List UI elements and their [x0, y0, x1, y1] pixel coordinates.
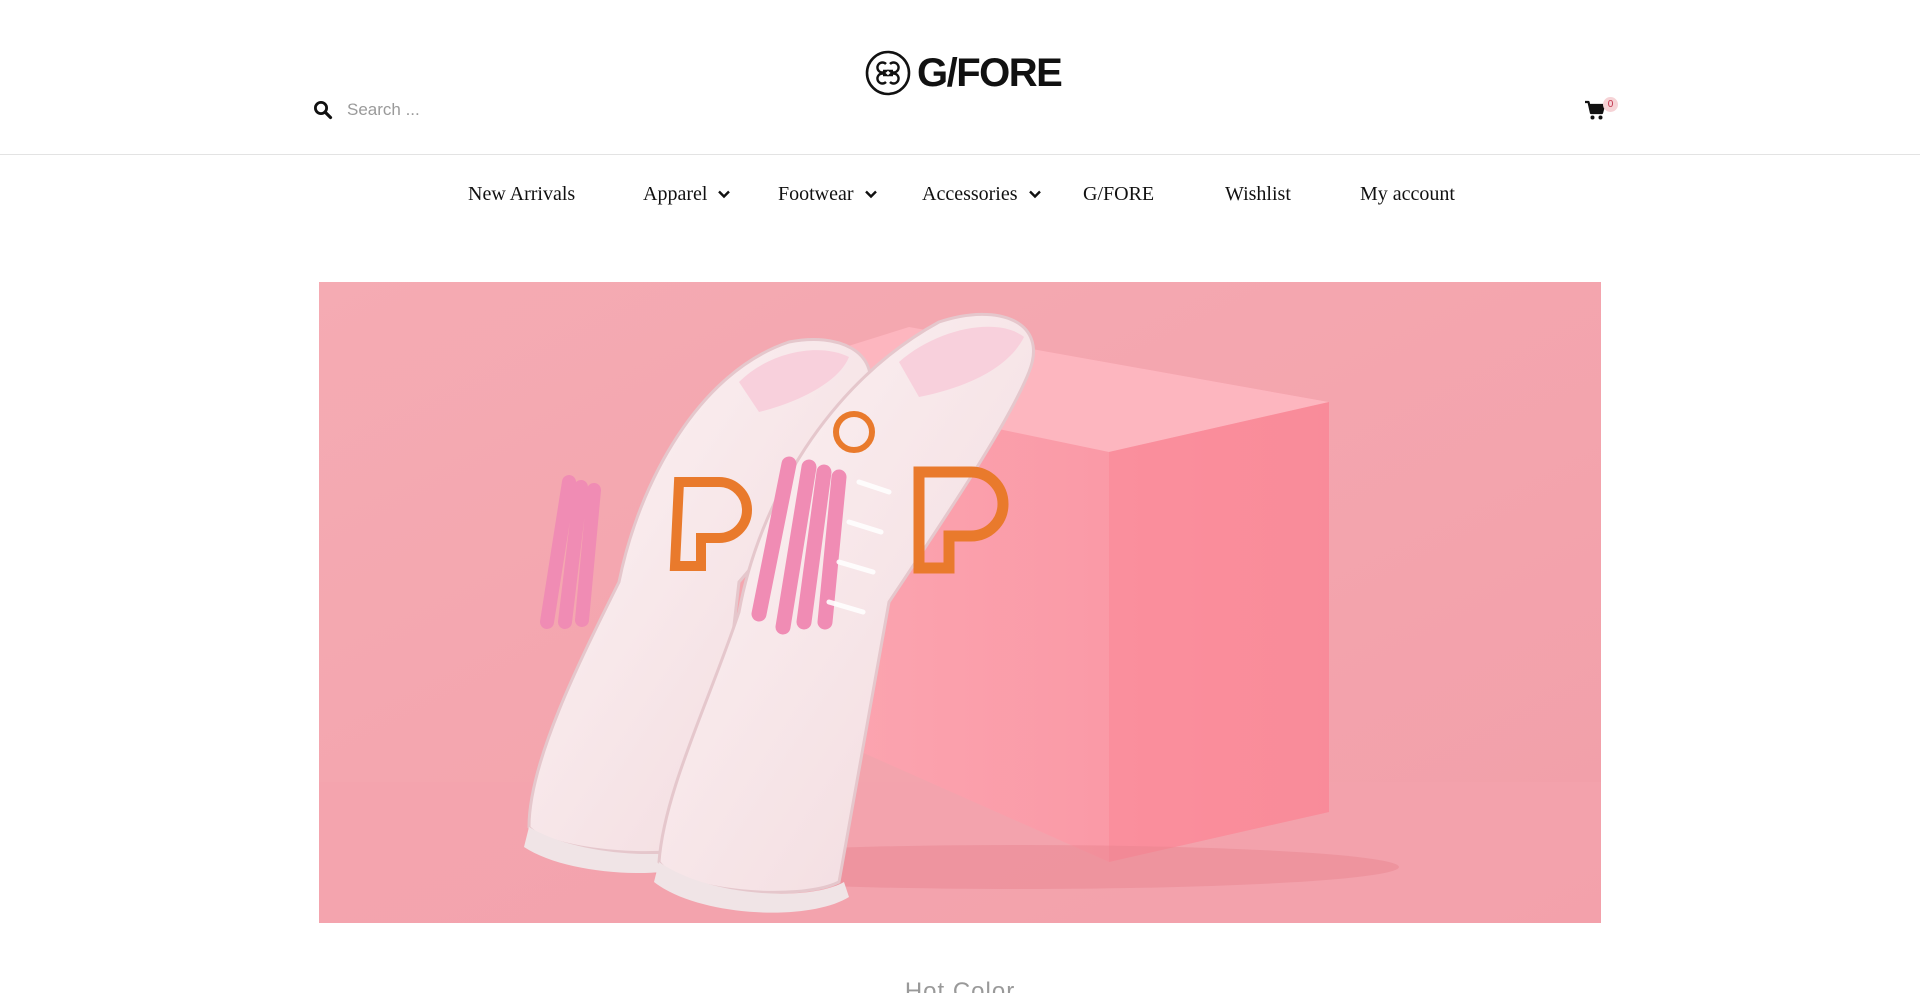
section-title: Hot Color: [904, 978, 1016, 993]
logo-text: G/FORE: [917, 51, 1063, 95]
nav-item-apparel[interactable]: Apparel: [643, 176, 731, 212]
nav-item-accessories[interactable]: Accessories: [922, 176, 1042, 212]
nav-item-label: G/FORE: [1083, 182, 1155, 205]
nav-item-my-account[interactable]: My account: [1360, 176, 1455, 212]
hero-banner[interactable]: [319, 282, 1601, 923]
brand-logo[interactable]: G/FORE: [865, 49, 1063, 97]
chevron-down-icon: [718, 190, 731, 199]
chevron-down-icon: [864, 190, 877, 199]
cart-count-badge: 0: [1603, 97, 1618, 112]
nav-item-wishlist[interactable]: Wishlist: [1225, 176, 1291, 212]
cart-button[interactable]: 0: [1584, 97, 1620, 123]
search-input[interactable]: [347, 96, 607, 124]
gfore-emblem-icon: [865, 50, 911, 96]
nav-item-label: Accessories: [922, 182, 1018, 205]
nav-item-label: Footwear: [778, 182, 854, 205]
search-bar[interactable]: [313, 96, 607, 124]
nav-item-new-arrivals[interactable]: New Arrivals: [468, 176, 575, 212]
main-navigation: New Arrivals Apparel Footwear Accessorie…: [0, 176, 1920, 212]
nav-item-gfore[interactable]: G/FORE: [1083, 176, 1154, 212]
site-header: G/FORE 0: [0, 0, 1920, 155]
nav-item-label: Wishlist: [1225, 182, 1291, 205]
chevron-down-icon: [1028, 190, 1041, 199]
nav-item-footwear[interactable]: Footwear: [778, 176, 878, 212]
hero-image-shoes: [319, 282, 1601, 923]
search-icon[interactable]: [313, 100, 333, 120]
nav-item-label: New Arrivals: [468, 182, 576, 205]
nav-item-label: Apparel: [643, 182, 708, 205]
nav-item-label: My account: [1360, 182, 1455, 205]
